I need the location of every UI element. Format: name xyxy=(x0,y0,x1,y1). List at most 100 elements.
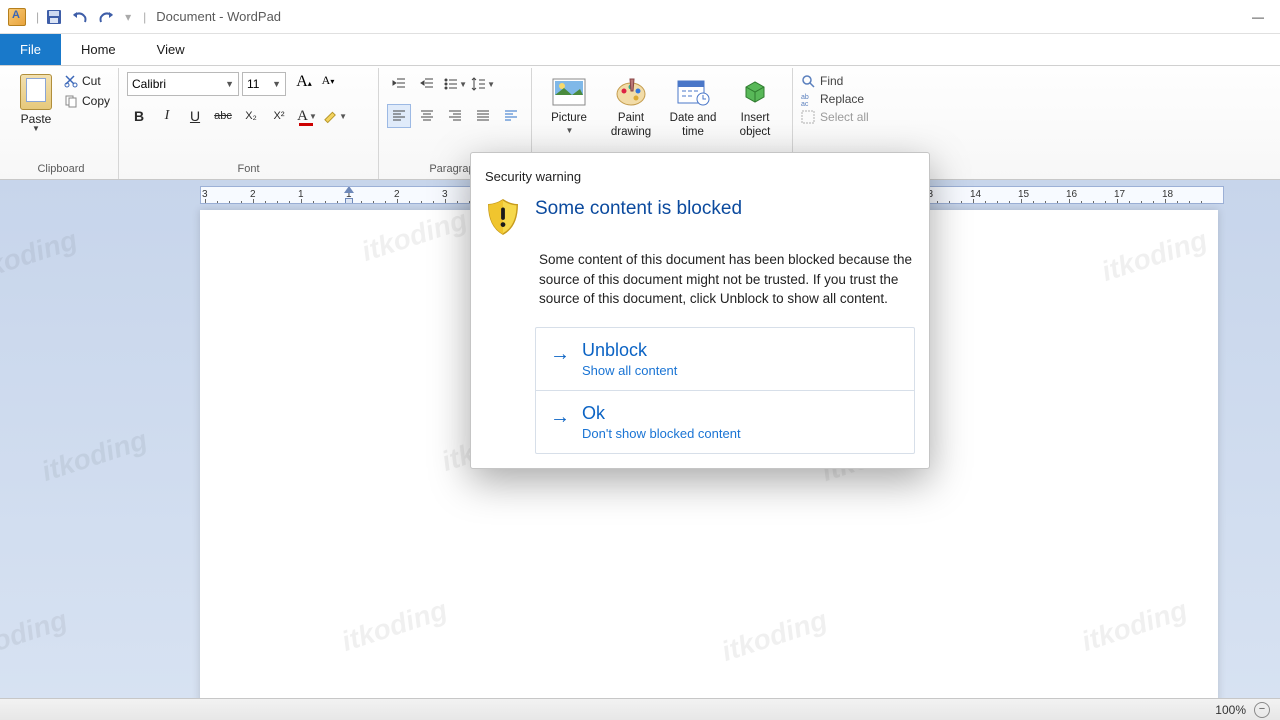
ruler-tick-label: 14 xyxy=(970,189,981,200)
hanging-indent-marker[interactable] xyxy=(345,198,353,204)
shrink-font-button[interactable]: A▾ xyxy=(317,73,339,95)
insert-picture-button[interactable]: Picture ▼ xyxy=(540,72,598,135)
dialog-body: Some content of this document has been b… xyxy=(539,250,915,309)
watermark: itkoding xyxy=(0,604,71,668)
watermark: itkoding xyxy=(0,224,81,288)
unblock-desc: Show all content xyxy=(582,363,677,378)
redo-icon[interactable] xyxy=(95,6,117,28)
picture-icon xyxy=(551,74,587,110)
font-size-value: 11 xyxy=(247,77,259,91)
paint-drawing-button[interactable]: Paint drawing xyxy=(602,72,660,140)
object-icon xyxy=(737,74,773,110)
find-button[interactable]: Find xyxy=(801,74,843,88)
group-clipboard: Paste ▼ Cut Copy Clipboard xyxy=(4,68,119,179)
palette-icon xyxy=(613,74,649,110)
grow-font-button[interactable]: A▴ xyxy=(293,73,315,95)
group-font-label: Font xyxy=(127,160,370,179)
subscript-button[interactable]: X₂ xyxy=(239,104,263,128)
security-warning-dialog: Security warning Some content is blocked… xyxy=(470,152,930,469)
ruler-tick-label: 16 xyxy=(1066,189,1077,200)
font-color-button[interactable]: A▼ xyxy=(295,104,319,128)
tab-home[interactable]: Home xyxy=(61,34,137,65)
tab-view[interactable]: View xyxy=(137,34,206,65)
highlight-button[interactable]: ▼ xyxy=(323,104,347,128)
paste-button[interactable]: Paste ▼ xyxy=(12,72,60,133)
unblock-button[interactable]: → Unblock Show all content xyxy=(536,328,914,390)
arrow-right-icon: → xyxy=(550,407,570,427)
select-all-label: Select all xyxy=(820,110,869,124)
font-size-select[interactable]: 11 ▼ xyxy=(242,72,286,96)
ok-title: Ok xyxy=(582,403,741,424)
bold-button[interactable]: B xyxy=(127,104,151,128)
calendar-icon xyxy=(675,74,711,110)
zoom-level: 100% xyxy=(1215,703,1246,717)
cut-label: Cut xyxy=(82,74,101,88)
svg-text:ab: ab xyxy=(801,94,809,101)
italic-button[interactable]: I xyxy=(155,104,179,128)
superscript-button[interactable]: X² xyxy=(267,104,291,128)
paste-icon xyxy=(20,74,52,110)
zoom-out-button[interactable]: − xyxy=(1254,702,1270,718)
chevron-down-icon: ▼ xyxy=(272,79,281,89)
unblock-title: Unblock xyxy=(582,340,677,361)
ok-button[interactable]: → Ok Don't show blocked content xyxy=(536,390,914,453)
paint-label: Paint drawing xyxy=(611,112,651,140)
select-all-button[interactable]: Select all xyxy=(801,110,869,124)
underline-button[interactable]: U xyxy=(183,104,207,128)
group-clipboard-label: Clipboard xyxy=(12,160,110,179)
dialog-title: Security warning xyxy=(485,169,915,184)
align-left-button[interactable] xyxy=(387,104,411,128)
find-icon xyxy=(801,74,815,88)
scissors-icon xyxy=(64,74,78,88)
chevron-down-icon: ▼ xyxy=(225,79,234,89)
line-spacing-button[interactable]: ▼ xyxy=(471,72,495,96)
copy-label: Copy xyxy=(82,94,110,108)
justify-button[interactable] xyxy=(471,104,495,128)
paste-dropdown-icon[interactable]: ▼ xyxy=(32,124,40,133)
object-label: Insert object xyxy=(740,112,771,140)
save-icon[interactable] xyxy=(43,6,65,28)
cut-button[interactable]: Cut xyxy=(64,74,110,88)
undo-icon[interactable] xyxy=(69,6,91,28)
font-family-value: Calibri xyxy=(132,77,166,91)
dialog-heading: Some content is blocked xyxy=(535,198,742,220)
ok-desc: Don't show blocked content xyxy=(582,426,741,441)
chevron-down-icon: ▼ xyxy=(566,126,574,135)
date-time-button[interactable]: Date and time xyxy=(664,72,722,140)
replace-button[interactable]: abac Replace xyxy=(801,92,864,106)
svg-text:ac: ac xyxy=(801,101,809,106)
shield-warning-icon xyxy=(485,198,521,236)
datetime-label: Date and time xyxy=(670,112,717,140)
tab-file[interactable]: File xyxy=(0,34,61,65)
font-family-select[interactable]: Calibri ▼ xyxy=(127,72,239,96)
replace-label: Replace xyxy=(820,92,864,106)
align-center-button[interactable] xyxy=(415,104,439,128)
copy-button[interactable]: Copy xyxy=(64,94,110,108)
status-bar: 100% − xyxy=(0,698,1280,720)
ruler-tick-label: 18 xyxy=(1162,189,1173,200)
find-label: Find xyxy=(820,74,843,88)
arrow-right-icon: → xyxy=(550,344,570,364)
bullets-button[interactable]: ▼ xyxy=(443,72,467,96)
app-icon xyxy=(8,8,26,26)
minimize-button[interactable]: — xyxy=(1244,7,1272,27)
ribbon-tabs: File Home View xyxy=(0,34,1280,66)
increase-indent-button[interactable] xyxy=(415,72,439,96)
replace-icon: abac xyxy=(801,92,815,106)
paragraph-dialog-button[interactable] xyxy=(499,104,523,128)
ruler-tick-label: 17 xyxy=(1114,189,1125,200)
window-title: Document - WordPad xyxy=(156,9,281,24)
decrease-indent-button[interactable] xyxy=(387,72,411,96)
picture-label: Picture xyxy=(551,112,587,126)
insert-object-button[interactable]: Insert object xyxy=(726,72,784,140)
first-line-indent-marker[interactable] xyxy=(344,186,354,193)
strikethrough-button[interactable]: abc xyxy=(211,104,235,128)
ruler-tick-label: 15 xyxy=(1018,189,1029,200)
select-all-icon xyxy=(801,110,815,124)
watermark: itkoding xyxy=(38,424,151,488)
title-bar: | ▾ | Document - WordPad — xyxy=(0,0,1280,34)
quick-access-toolbar: ▾ | xyxy=(43,6,150,28)
align-right-button[interactable] xyxy=(443,104,467,128)
group-font: Calibri ▼ 11 ▼ A▴ A▾ B I U abc X₂ X² A▼ xyxy=(119,68,379,179)
highlighter-icon xyxy=(323,108,338,124)
